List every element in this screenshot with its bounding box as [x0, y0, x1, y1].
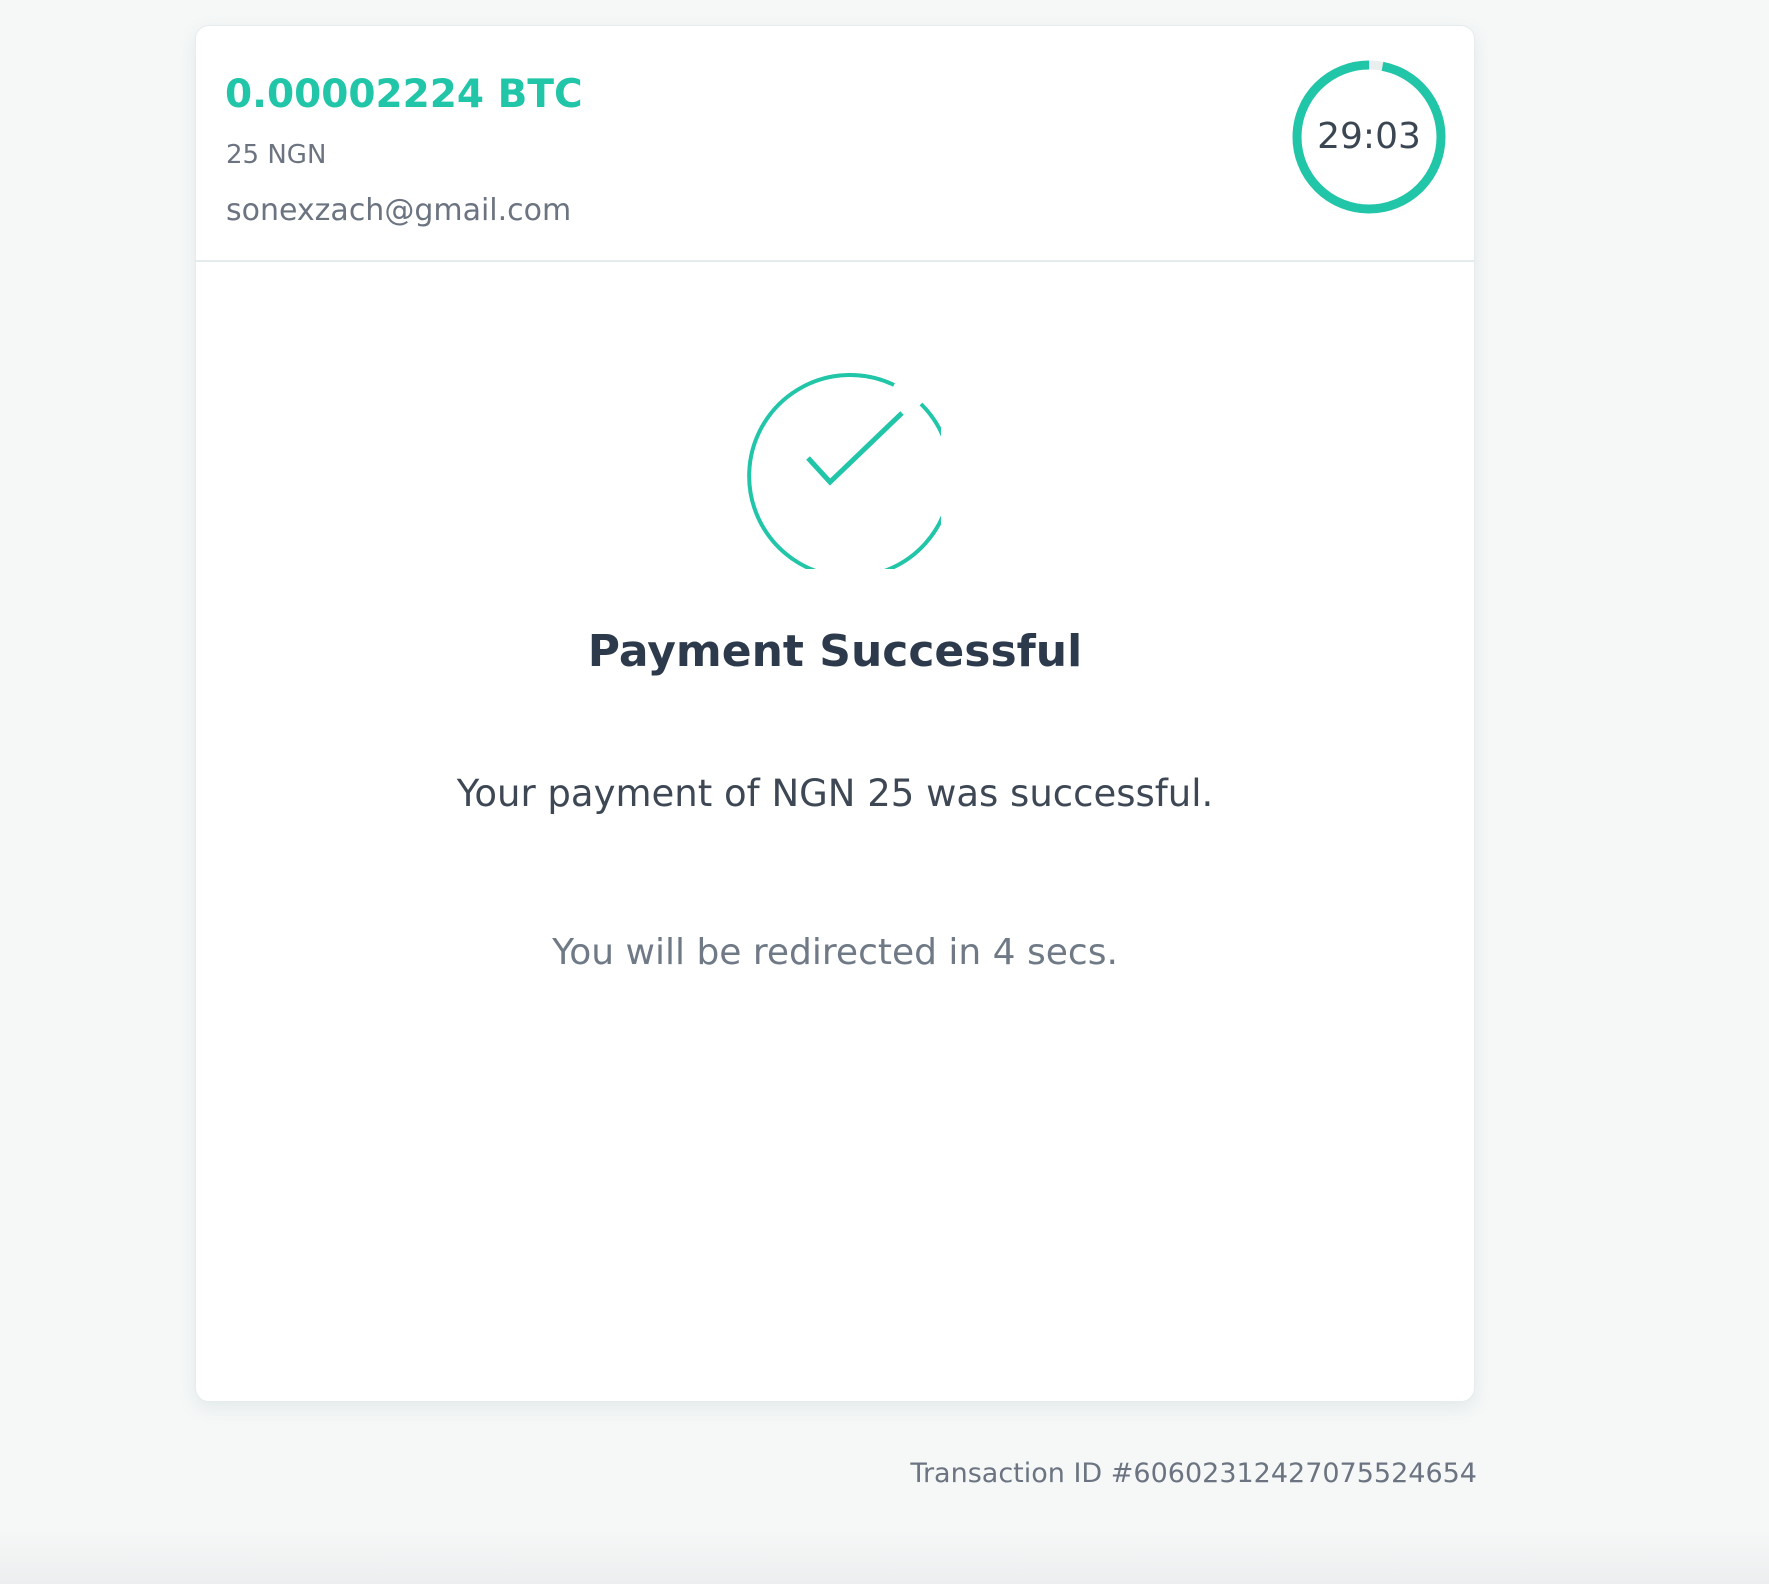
success-title: Payment Successful — [587, 626, 1083, 677]
payer-email: sonexzach@gmail.com — [226, 193, 572, 228]
transaction-id: Transaction ID #6060231242707552465​4 — [910, 1458, 1477, 1489]
payment-card: 0.00002224 BTC 25 NGN sonexzach@gmail.co… — [195, 25, 1475, 1402]
page-bottom-band — [0, 1528, 1769, 1584]
success-circle — [747, 373, 941, 569]
check-circle-icon — [747, 373, 941, 569]
crypto-amount: 0.00002224 BTC — [225, 72, 583, 117]
fiat-amount: 25 NGN — [226, 140, 327, 170]
redirect-message: You will be redirected in 4 secs. — [552, 932, 1118, 973]
countdown-timer: 29:03 — [1289, 57, 1449, 217]
success-checkmark — [806, 411, 904, 486]
success-message: Your payment of NGN 25 was successful. — [456, 772, 1214, 815]
payment-summary-header: 0.00002224 BTC 25 NGN sonexzach@gmail.co… — [196, 26, 1474, 262]
countdown-text: 29:03 — [1317, 116, 1421, 157]
